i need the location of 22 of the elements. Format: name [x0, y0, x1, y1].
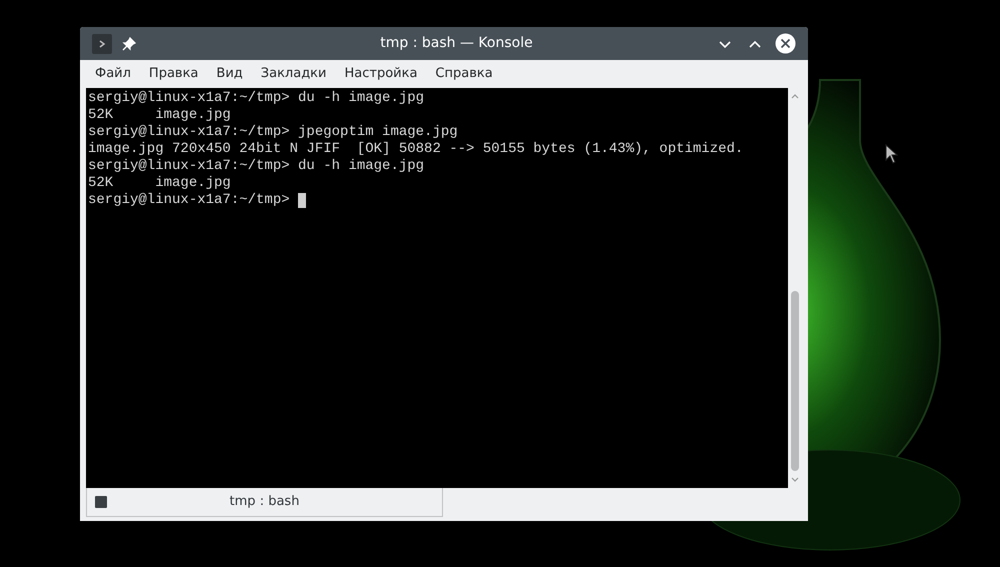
terminal-line: 52K image.jpg [88, 107, 231, 124]
menu-item[interactable]: Закладки [252, 64, 336, 84]
menu-item[interactable]: Настройка [335, 64, 426, 84]
mouse-pointer-icon [885, 144, 899, 164]
terminal-line: sergiy@linux-x1a7:~/tmp> du -h image.jpg [88, 158, 424, 175]
pin-icon[interactable] [122, 36, 136, 50]
text-cursor [298, 193, 306, 208]
terminal-line: image.jpg 720x450 24bit N JFIF [OK] 50882 --> 50155 bytes (1.43%), optimized. [88, 141, 744, 158]
terminal-line: sergiy@linux-x1a7:~/tmp> du -h image.jpg [88, 90, 424, 107]
terminal-line: 52K image.jpg [88, 175, 231, 192]
terminal-line: sergiy@linux-x1a7:~/tmp> jpegoptim image.jpg [88, 124, 458, 141]
scrollbar-thumb[interactable] [791, 291, 799, 471]
close-icon[interactable] [775, 33, 796, 54]
window-title: tmp : bash — Konsole [379, 34, 534, 53]
terminal-tab[interactable]: tmp : bash [86, 488, 443, 517]
menu-item[interactable]: Вид [207, 64, 252, 84]
menu-item[interactable]: Справка [426, 64, 502, 84]
terminal-app-icon [92, 34, 112, 54]
menu-item[interactable]: Правка [140, 64, 208, 84]
menu-item[interactable]: Файл [86, 64, 140, 84]
terminal-line: sergiy@linux-x1a7:~/tmp> [88, 192, 291, 209]
terminal-tab-icon [95, 496, 107, 508]
